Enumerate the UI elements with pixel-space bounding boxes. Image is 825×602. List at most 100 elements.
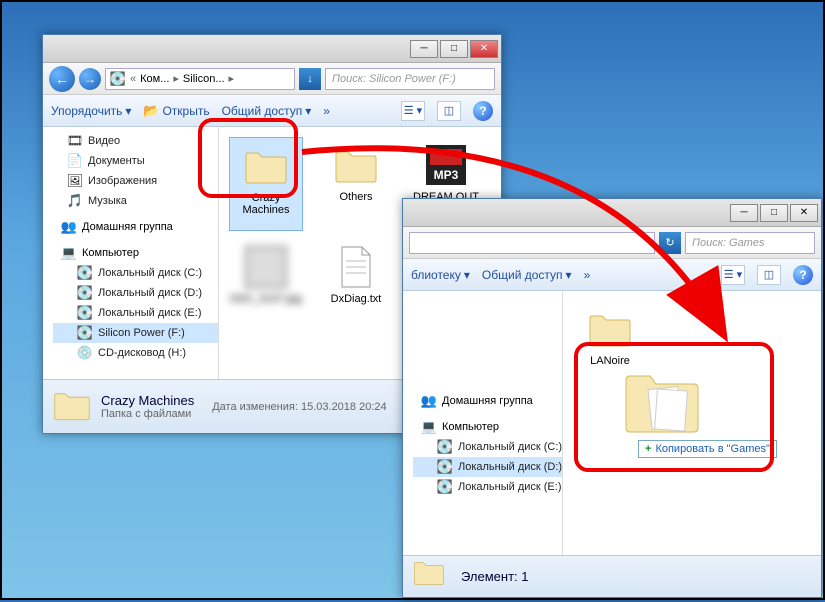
sidebar-lib-video[interactable]: 🎞Видео	[43, 131, 218, 151]
drive-icon: 💽	[437, 439, 453, 455]
music-icon: 🎵	[67, 193, 83, 209]
minimize-button[interactable]: ─	[730, 204, 758, 222]
status-bar: Элемент: 1	[403, 555, 821, 597]
library-menu[interactable]: блиотеку ▾	[411, 268, 470, 282]
folder-icon	[586, 305, 634, 353]
drag-tooltip: + Копировать в "Games"	[638, 440, 777, 458]
sidebar-drive-f[interactable]: 💽Silicon Power (F:)	[53, 323, 218, 343]
sidebar-lib-music[interactable]: 🎵Музыка	[43, 191, 218, 211]
organize-menu[interactable]: Упорядочить ▾	[51, 104, 131, 118]
breadcrumb-computer[interactable]: Ком...	[140, 73, 169, 85]
status-count: Элемент: 1	[461, 569, 528, 584]
search-input[interactable]: Поиск: Games	[685, 232, 815, 254]
sidebar: 👥Домашняя группа 💻Компьютер 💽Локальный д…	[403, 291, 563, 555]
sidebar-drive-d[interactable]: 💽Локальный диск (D:)	[413, 457, 562, 477]
sidebar-drive-h[interactable]: 💿CD-дисковод (H:)	[53, 343, 218, 363]
status-type: Папка с файлами	[101, 408, 194, 420]
navbar: ↻ Поиск: Games	[403, 227, 821, 259]
sidebar-lib-documents[interactable]: 📄Документы	[43, 151, 218, 171]
navbar: ← → 💽 « Ком... ▸ Silicon... ▸ ↓ Поиск: S…	[43, 63, 501, 95]
address-bar[interactable]	[409, 232, 655, 254]
drive-icon: 💽	[77, 325, 93, 341]
more-menu[interactable]: »	[323, 104, 330, 118]
drive-icon: 💽	[110, 71, 126, 87]
address-bar[interactable]: 💽 « Ком... ▸ Silicon... ▸	[105, 68, 295, 90]
toolbar: Упорядочить ▾ 📂Открыть Общий доступ ▾ » …	[43, 95, 501, 127]
file-label: DxDiag.txt	[331, 293, 382, 305]
maximize-button[interactable]: □	[440, 40, 468, 58]
file-label: Others	[339, 191, 372, 203]
documents-icon: 📄	[67, 153, 83, 169]
open-button[interactable]: 📂Открыть	[143, 103, 209, 119]
file-item-crazy-machines[interactable]: Crazy Machines	[229, 137, 303, 231]
file-item-lanoire[interactable]: LANoire	[573, 301, 647, 371]
more-menu[interactable]: »	[584, 268, 591, 282]
minimize-button[interactable]: ─	[410, 40, 438, 58]
close-button[interactable]: ✕	[790, 204, 818, 222]
computer-icon: 💻	[61, 245, 77, 261]
share-menu[interactable]: Общий доступ ▾	[482, 268, 572, 282]
mp3-icon: MP3	[422, 141, 470, 189]
status-meta-label: Дата изменения:	[212, 401, 298, 413]
file-item-txt[interactable]: DxDiag.txt	[319, 239, 393, 309]
folder-icon	[242, 142, 290, 190]
titlebar[interactable]: ─ □ ✕	[43, 35, 501, 63]
sidebar-drive-e[interactable]: 💽Локальный диск (E:)	[413, 477, 562, 497]
titlebar[interactable]: ─ □ ✕	[403, 199, 821, 227]
drive-icon: 💽	[437, 479, 453, 495]
maximize-button[interactable]: □	[760, 204, 788, 222]
text-file-icon	[332, 243, 380, 291]
homegroup-icon: 👥	[421, 393, 437, 409]
drag-tooltip-text: Копировать в "Games"	[655, 443, 769, 455]
svg-text:MP3: MP3	[434, 168, 459, 182]
drive-icon: 💽	[77, 285, 93, 301]
sidebar-computer[interactable]: 💻Компьютер	[413, 417, 562, 437]
search-placeholder: Поиск: Silicon Power (F:)	[332, 73, 456, 85]
open-icon: 📂	[143, 103, 159, 119]
refresh-button[interactable]: ↻	[659, 232, 681, 254]
file-label: DSC_0137.jpg	[230, 293, 302, 305]
sidebar-drive-c[interactable]: 💽Локальный диск (C:)	[53, 263, 218, 283]
sidebar-lib-images[interactable]: 🖼Изображения	[43, 171, 218, 191]
sidebar-computer[interactable]: 💻Компьютер	[53, 243, 218, 263]
sidebar-drive-c[interactable]: 💽Локальный диск (C:)	[413, 437, 562, 457]
computer-icon: 💻	[421, 419, 437, 435]
nav-back-button[interactable]: ←	[49, 66, 75, 92]
plus-icon: +	[645, 443, 651, 455]
search-input[interactable]: Поиск: Silicon Power (F:)	[325, 68, 495, 90]
preview-pane-button[interactable]: ◫	[757, 265, 781, 285]
image-thumbnail	[242, 243, 290, 291]
drive-icon: 💽	[77, 305, 93, 321]
drive-icon: 💽	[77, 265, 93, 281]
drag-ghost-folder	[622, 366, 702, 441]
share-menu[interactable]: Общий доступ ▾	[222, 104, 312, 118]
sidebar-homegroup[interactable]: 👥Домашняя группа	[53, 217, 218, 237]
video-icon: 🎞	[67, 133, 83, 149]
nav-forward-button[interactable]: →	[79, 68, 101, 90]
view-mode-button[interactable]: ☰ ▾	[401, 101, 425, 121]
help-button[interactable]: ?	[473, 101, 493, 121]
cd-icon: 💿	[77, 345, 93, 361]
toolbar: блиотеку ▾ Общий доступ ▾ » ☰ ▾ ◫ ?	[403, 259, 821, 291]
homegroup-icon: 👥	[61, 219, 77, 235]
images-icon: 🖼	[67, 173, 83, 189]
file-item-others[interactable]: Others	[319, 137, 393, 231]
preview-pane-button[interactable]: ◫	[437, 101, 461, 121]
drive-icon: 💽	[437, 459, 453, 475]
sidebar: 🎞Видео 📄Документы 🖼Изображения 🎵Музыка 👥…	[43, 127, 219, 379]
status-name: Crazy Machines	[101, 393, 194, 408]
explorer-window-target: ─ □ ✕ ↻ Поиск: Games блиотеку ▾ Общий до…	[402, 198, 822, 598]
help-button[interactable]: ?	[793, 265, 813, 285]
view-mode-button[interactable]: ☰ ▾	[721, 265, 745, 285]
status-meta-value: 15.03.2018 20:24	[301, 401, 387, 413]
sidebar-drive-d[interactable]: 💽Локальный диск (D:)	[53, 283, 218, 303]
sidebar-drive-e[interactable]: 💽Локальный диск (E:)	[53, 303, 218, 323]
close-button[interactable]: ✕	[470, 40, 498, 58]
sidebar-homegroup[interactable]: 👥Домашняя группа	[413, 391, 562, 411]
file-item-image[interactable]: DSC_0137.jpg	[229, 239, 303, 309]
folder-icon	[332, 141, 380, 189]
file-label: Crazy Machines	[234, 192, 298, 216]
refresh-button[interactable]: ↓	[299, 68, 321, 90]
status-folder-icon	[53, 388, 91, 426]
breadcrumb-drive[interactable]: Silicon...	[183, 73, 225, 85]
